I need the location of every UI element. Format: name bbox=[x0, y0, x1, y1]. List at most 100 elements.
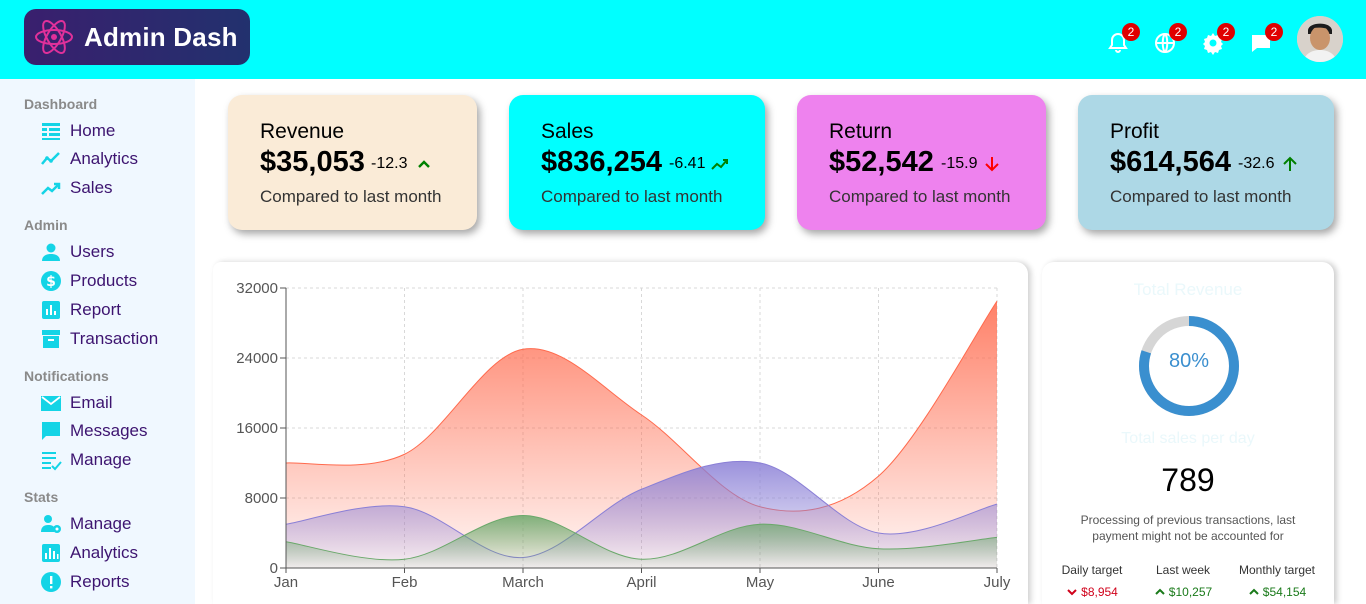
card-value: $836,254 bbox=[541, 146, 662, 178]
dollar-icon: $ bbox=[40, 270, 62, 292]
language-button[interactable]: 2 bbox=[1153, 23, 1187, 55]
user-photo-icon bbox=[1297, 16, 1343, 62]
x-tick-label: April bbox=[626, 574, 656, 591]
y-tick-label: 24000 bbox=[236, 350, 278, 367]
sidebar-item-report[interactable]: Report bbox=[40, 297, 121, 323]
sidebar-item-label: Analytics bbox=[70, 543, 139, 562]
notifications-button[interactable]: 2 bbox=[1106, 23, 1140, 55]
sidebar-item-analytics[interactable]: Analytics bbox=[40, 146, 138, 172]
sidebar-item-label: Analytics bbox=[70, 149, 139, 168]
svg-text:$: $ bbox=[46, 274, 56, 290]
target-label: Daily target bbox=[1061, 563, 1123, 577]
mail-icon bbox=[40, 392, 62, 414]
brand-logo-box[interactable]: Admin Dash bbox=[24, 9, 250, 65]
bar-report-icon bbox=[40, 299, 62, 321]
y-tick-label: 16000 bbox=[236, 420, 278, 437]
target-value-wrap: $54,154 bbox=[1227, 585, 1327, 599]
total-revenue-panel: Total Revenue 80% Total sales per day 78… bbox=[1042, 262, 1334, 604]
chevron-up-icon bbox=[415, 155, 433, 173]
app-title: Admin Dash bbox=[84, 21, 238, 52]
trending-up-icon bbox=[711, 155, 729, 173]
sidebar-item-label: Email bbox=[70, 393, 113, 412]
bar-chart-icon bbox=[40, 542, 62, 564]
sidebar-item-messages[interactable]: Messages bbox=[40, 418, 147, 444]
sidebar: Dashboard Home Analytics Sales Admin Use… bbox=[0, 79, 195, 604]
sidebar-item-email[interactable]: Email bbox=[40, 390, 113, 416]
sidebar-item-label: Messages bbox=[70, 421, 148, 440]
card-subtitle: Compared to last month bbox=[260, 187, 442, 206]
sidebar-item-manage-stats[interactable]: Manage bbox=[40, 511, 131, 537]
card-change: -12.3 bbox=[371, 155, 408, 172]
sidebar-item-label: Report bbox=[70, 300, 122, 319]
card-value: $614,564 bbox=[1110, 146, 1231, 178]
sidebar-item-home[interactable]: Home bbox=[40, 118, 115, 144]
card-title: Revenue bbox=[260, 120, 345, 143]
atom-logo-icon bbox=[35, 20, 73, 54]
sales-card[interactable]: Sales $836,254 -6.41 Compared to last mo… bbox=[509, 95, 765, 230]
chevron-up-icon bbox=[1249, 588, 1259, 595]
sidebar-item-users[interactable]: Users bbox=[40, 239, 114, 265]
list-check-icon bbox=[40, 449, 62, 471]
sales-per-day-title: Total sales per day bbox=[1121, 430, 1255, 447]
sidebar-item-label: Reports bbox=[70, 572, 130, 591]
sidebar-item-label: Transaction bbox=[70, 329, 159, 348]
home-table-icon bbox=[40, 120, 62, 142]
card-subtitle: Compared to last month bbox=[829, 187, 1011, 206]
daily-sales-value: 789 bbox=[1161, 462, 1215, 498]
sidebar-item-label: Manage bbox=[70, 450, 132, 469]
card-title: Profit bbox=[1110, 120, 1160, 143]
sidebar-item-reports[interactable]: Reports bbox=[40, 569, 130, 595]
profit-card[interactable]: Profit $614,564 -32.6 Compared to last m… bbox=[1078, 95, 1334, 230]
chevron-up-icon bbox=[1155, 588, 1165, 595]
line-trend-icon bbox=[40, 148, 62, 170]
area-chart-panel: 0 8000 16000 24000 32000 Jan Feb March April May J… bbox=[213, 262, 1028, 604]
area-chart: 08000160002400032000Jan Feb March April May J… bbox=[236, 280, 1011, 591]
x-tick-label: May bbox=[746, 574, 775, 591]
card-value: $52,542 bbox=[829, 146, 934, 178]
sidebar-item-label: Products bbox=[70, 271, 138, 290]
sidebar-item-analytics-stats[interactable]: Analytics bbox=[40, 540, 138, 566]
card-change: -6.41 bbox=[669, 155, 706, 172]
sidebar-item-label: Manage bbox=[70, 514, 132, 533]
y-tick-label: 8000 bbox=[245, 490, 278, 507]
section-title-admin: Admin bbox=[24, 217, 68, 233]
archive-icon bbox=[40, 328, 62, 350]
settings-badge: 2 bbox=[1217, 23, 1235, 41]
user-avatar[interactable] bbox=[1297, 16, 1343, 62]
x-tick-label: July bbox=[984, 574, 1011, 591]
target-value: $10,257 bbox=[1168, 585, 1213, 599]
target-value-wrap: $8,954 bbox=[1042, 585, 1142, 599]
top-bar: Admin Dash 2 2 2 2 bbox=[0, 0, 1366, 79]
monthly-target: Monthly target $54,154 bbox=[1227, 563, 1327, 599]
section-title-notifications: Notifications bbox=[24, 368, 109, 384]
arrow-down-icon bbox=[983, 155, 1001, 173]
revenue-card[interactable]: Revenue $35,053 -12.3 Compared to last m… bbox=[228, 95, 477, 230]
messages-badge: 2 bbox=[1265, 23, 1283, 41]
sidebar-item-manage-notifications[interactable]: Manage bbox=[40, 447, 131, 473]
chat-icon bbox=[40, 420, 62, 442]
target-label: Last week bbox=[1155, 563, 1211, 577]
section-title-dashboard: Dashboard bbox=[24, 96, 98, 112]
sidebar-item-label: Users bbox=[70, 242, 115, 261]
settings-button[interactable]: 2 bbox=[1201, 23, 1235, 55]
section-title-stats: Stats bbox=[24, 489, 59, 505]
sidebar-item-sales[interactable]: Sales bbox=[40, 175, 113, 201]
sidebar-item-transaction[interactable]: Transaction bbox=[40, 326, 158, 352]
card-subtitle: Compared to last month bbox=[1110, 187, 1292, 206]
card-title: Sales bbox=[541, 120, 594, 143]
x-tick-label: Jan bbox=[274, 574, 298, 591]
total-revenue-title: Total Revenue bbox=[1133, 280, 1243, 299]
messages-button[interactable]: 2 bbox=[1249, 23, 1283, 55]
target-value-wrap: $10,257 bbox=[1133, 585, 1233, 599]
return-card[interactable]: Return $52,542 -15.9 Compared to last mo… bbox=[797, 95, 1046, 230]
last-week-target: Last week $10,257 bbox=[1133, 563, 1233, 599]
person-icon bbox=[40, 241, 62, 263]
trending-up-icon bbox=[40, 177, 62, 199]
notifications-badge: 2 bbox=[1122, 23, 1140, 41]
target-value: $8,954 bbox=[1081, 585, 1118, 599]
donut-percent-label: 80% bbox=[1168, 350, 1210, 372]
x-tick-label: March bbox=[502, 574, 544, 591]
card-change: -15.9 bbox=[941, 155, 978, 172]
card-value: $35,053 bbox=[260, 146, 365, 178]
sidebar-item-products[interactable]: $ Products bbox=[40, 268, 137, 294]
